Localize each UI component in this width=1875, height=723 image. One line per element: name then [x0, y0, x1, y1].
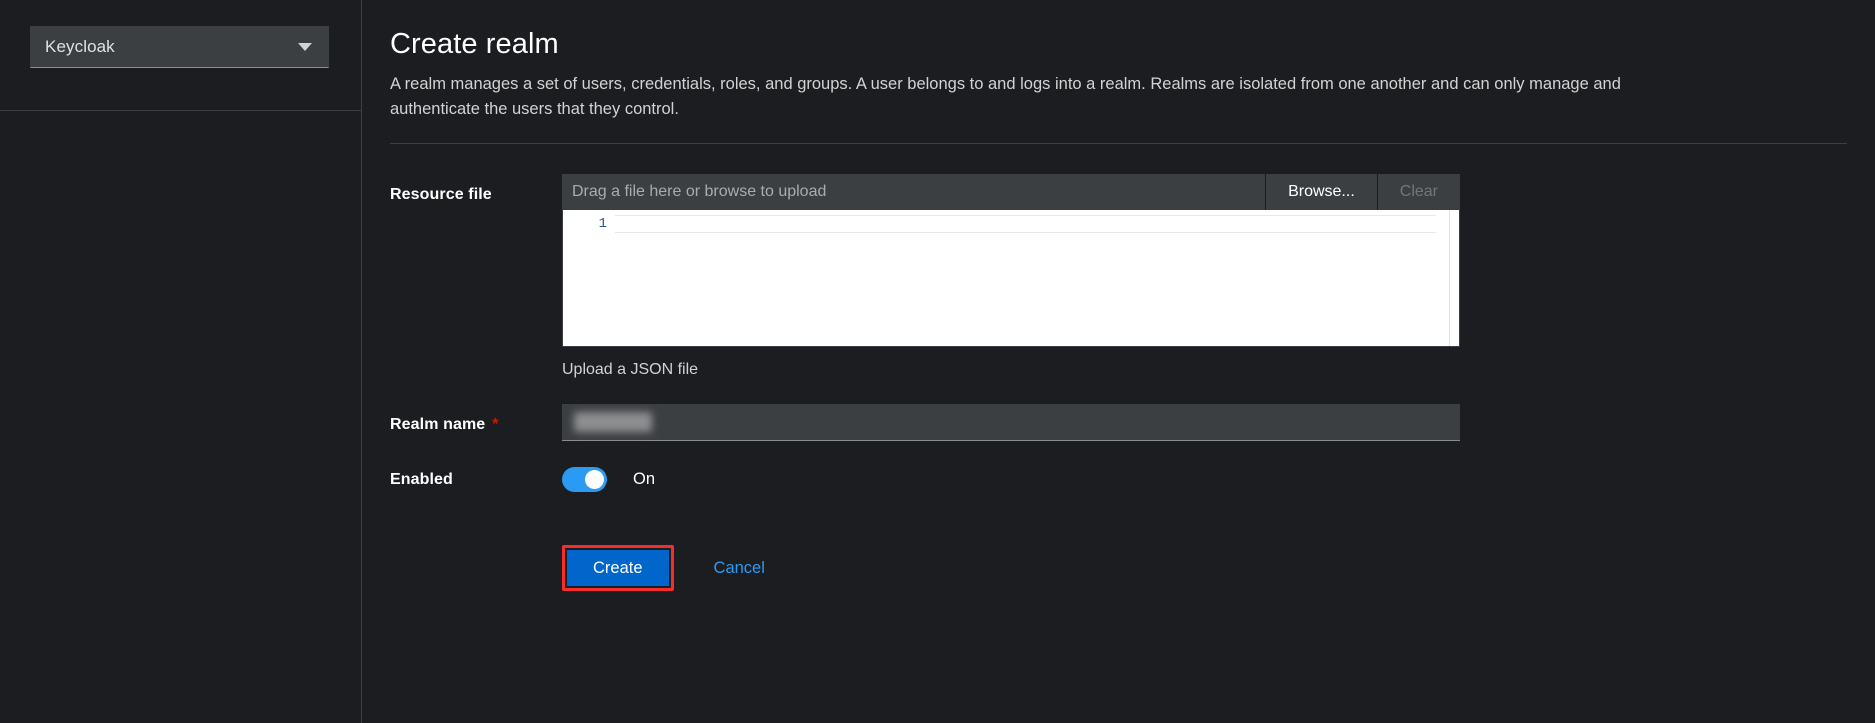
cancel-button[interactable]: Cancel: [696, 552, 783, 585]
redacted-realm-name-value: [574, 412, 652, 432]
page-description: A realm manages a set of users, credenti…: [390, 75, 1621, 118]
clear-button[interactable]: Clear: [1376, 174, 1460, 210]
realm-name-input[interactable]: [562, 404, 1460, 441]
enabled-label-wrap: Enabled: [390, 459, 562, 490]
required-asterisk: *: [492, 416, 499, 433]
realm-selector-label: Keycloak: [45, 37, 115, 56]
realm-selector-dropdown[interactable]: Keycloak: [30, 26, 329, 68]
browse-button[interactable]: Browse...: [1265, 174, 1377, 210]
create-button[interactable]: Create: [567, 550, 669, 586]
file-upload-input[interactable]: [562, 174, 1266, 210]
chevron-down-icon: [298, 43, 312, 51]
editor-active-line: [615, 215, 1436, 233]
resource-file-label-wrap: Resource file: [390, 174, 562, 205]
toggle-knob: [585, 469, 604, 489]
page-title: Create realm: [390, 28, 559, 60]
editor-vertical-scrollbar[interactable]: [1449, 210, 1450, 346]
form-row-resource-file: Resource file Browse... Clear 1: [390, 174, 1847, 380]
enabled-state-label: On: [633, 469, 656, 488]
editor-line-numbers: 1: [563, 210, 615, 346]
editor-code-area[interactable]: [615, 210, 1459, 346]
realm-name-label-wrap: Realm name *: [390, 404, 562, 435]
keycloak-admin-console: Keycloak Create realm A realm manages a …: [0, 0, 1875, 723]
realm-selector-container: Keycloak: [0, 0, 361, 68]
sidebar-divider: [0, 110, 361, 111]
resource-file-field: Browse... Clear 1 Upload a JSON file: [562, 174, 1460, 380]
form-actions: Create Cancel: [562, 545, 1847, 591]
page-header: Create realm A realm manages a set of us…: [362, 0, 1875, 144]
realm-name-label: Realm name: [390, 416, 486, 433]
form-row-enabled: Enabled On: [390, 459, 1847, 499]
sidebar-nav: [0, 68, 361, 76]
enabled-toggle-row: On: [562, 459, 1460, 499]
enabled-label: Enabled: [390, 471, 453, 488]
resource-file-helper-text: Upload a JSON file: [562, 361, 699, 378]
main-content: Create realm A realm manages a set of us…: [362, 0, 1875, 723]
form-row-realm-name: Realm name *: [390, 404, 1847, 441]
enabled-field: On: [562, 459, 1460, 499]
create-realm-form: Resource file Browse... Clear 1: [362, 144, 1875, 591]
sidebar: Keycloak: [0, 0, 362, 723]
realm-name-field: [562, 404, 1460, 441]
create-button-highlight: Create: [562, 545, 674, 591]
json-code-editor[interactable]: 1: [562, 210, 1460, 347]
resource-file-label: Resource file: [390, 186, 492, 203]
enabled-toggle-switch[interactable]: [562, 466, 607, 492]
file-upload-bar: Browse... Clear: [562, 174, 1460, 210]
